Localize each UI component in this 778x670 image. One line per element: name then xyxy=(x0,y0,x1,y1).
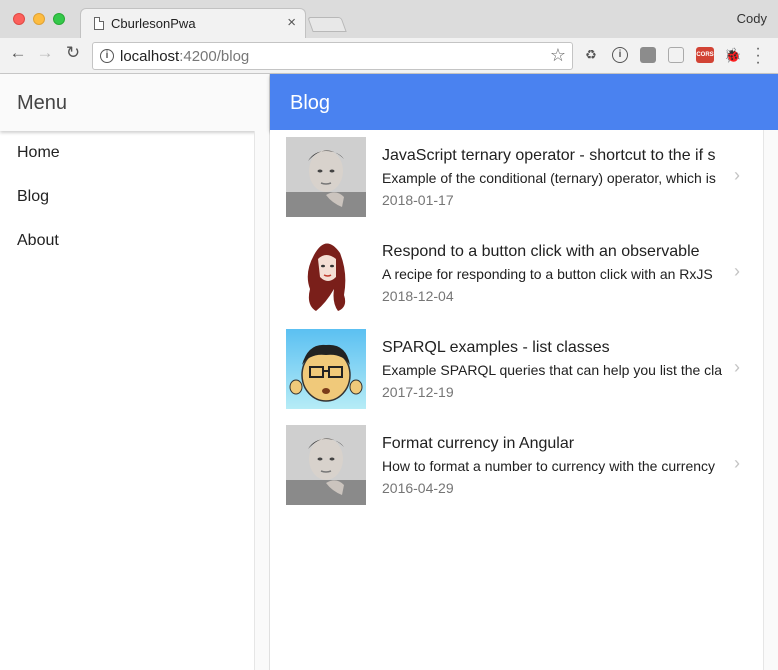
post-date: 2016-04-29 xyxy=(382,480,454,496)
author-avatar xyxy=(286,425,366,505)
list-item[interactable]: SPARQL examples - list classes Example S… xyxy=(286,329,746,409)
page-icon xyxy=(94,17,104,30)
post-title: Respond to a button click with an observ… xyxy=(382,243,700,260)
post-description: A recipe for responding to a button clic… xyxy=(382,266,713,282)
tab-close-icon[interactable]: × xyxy=(287,14,296,31)
page-title: Blog xyxy=(290,92,331,114)
address-bar[interactable]: i localhost:4200/blog ☆ xyxy=(92,42,573,70)
chevron-right-icon: › xyxy=(734,261,740,281)
site-info-icon[interactable]: i xyxy=(100,49,114,63)
list-item[interactable]: JavaScript ternary operator - shortcut t… xyxy=(286,137,746,217)
cors-icon[interactable]: CORS xyxy=(696,47,714,63)
forward-icon[interactable]: → xyxy=(35,43,55,63)
tab-title: CburlesonPwa xyxy=(111,16,196,31)
post-date: 2018-01-17 xyxy=(382,192,454,208)
bug-icon[interactable]: 🐞 xyxy=(724,47,741,63)
chevron-right-icon: › xyxy=(734,453,740,473)
browser-toolbar: ← → ↻ i localhost:4200/blog ☆ ♻ i CORS 🐞… xyxy=(0,38,778,74)
bookmark-star-icon[interactable]: ☆ xyxy=(550,45,566,66)
window-maximize-button[interactable] xyxy=(53,13,65,25)
sidebar-item-home[interactable]: Home xyxy=(17,144,60,162)
author-avatar xyxy=(286,329,366,409)
post-date: 2017-12-19 xyxy=(382,384,454,400)
sidenav: Menu Home Blog About xyxy=(0,74,270,670)
profile-name[interactable]: Cody xyxy=(737,11,767,26)
window-close-button[interactable] xyxy=(13,13,25,25)
chevron-right-icon: › xyxy=(734,165,740,185)
url-text[interactable]: localhost:4200/blog xyxy=(120,48,249,65)
list-item[interactable]: Format currency in Angular How to format… xyxy=(286,425,746,505)
back-icon[interactable]: ← xyxy=(8,43,28,63)
info-icon[interactable]: i xyxy=(612,47,628,63)
author-avatar xyxy=(286,233,366,313)
post-description: Example of the conditional (ternary) ope… xyxy=(382,170,716,186)
note-icon[interactable] xyxy=(640,47,656,63)
new-tab-button[interactable] xyxy=(307,17,347,32)
post-description: Example SPARQL queries that can help you… xyxy=(382,362,723,378)
sidenav-scrollbar[interactable] xyxy=(254,131,269,670)
recycle-icon[interactable]: ♻ xyxy=(583,47,599,63)
sidenav-title: Menu xyxy=(17,92,68,114)
list-item[interactable]: Respond to a button click with an observ… xyxy=(286,233,746,313)
author-avatar xyxy=(286,137,366,217)
sidebar-item-about[interactable]: About xyxy=(17,232,59,250)
more-menu-icon[interactable]: · · · xyxy=(752,41,764,71)
main-scrollbar[interactable] xyxy=(763,130,778,670)
reload-icon[interactable]: ↻ xyxy=(63,43,83,63)
post-title: JavaScript ternary operator - shortcut t… xyxy=(382,147,716,164)
box-icon[interactable] xyxy=(668,47,684,63)
chevron-right-icon: › xyxy=(734,357,740,377)
browser-tab[interactable]: CburlesonPwa × xyxy=(80,8,306,38)
post-list: JavaScript ternary operator - shortcut t… xyxy=(270,130,778,670)
post-date: 2018-12-04 xyxy=(382,288,454,304)
post-title: Format currency in Angular xyxy=(382,435,575,452)
app-toolbar: Blog xyxy=(270,74,778,130)
browser-tabstrip: CburlesonPwa × Cody xyxy=(0,0,778,38)
url-path: :4200/blog xyxy=(179,48,250,65)
post-description: How to format a number to currency with … xyxy=(382,458,716,474)
url-host: localhost xyxy=(120,48,180,65)
sidenav-header: Menu xyxy=(0,74,269,131)
sidebar-item-blog[interactable]: Blog xyxy=(17,188,49,206)
post-title: SPARQL examples - list classes xyxy=(382,339,610,356)
window-minimize-button[interactable] xyxy=(33,13,45,25)
